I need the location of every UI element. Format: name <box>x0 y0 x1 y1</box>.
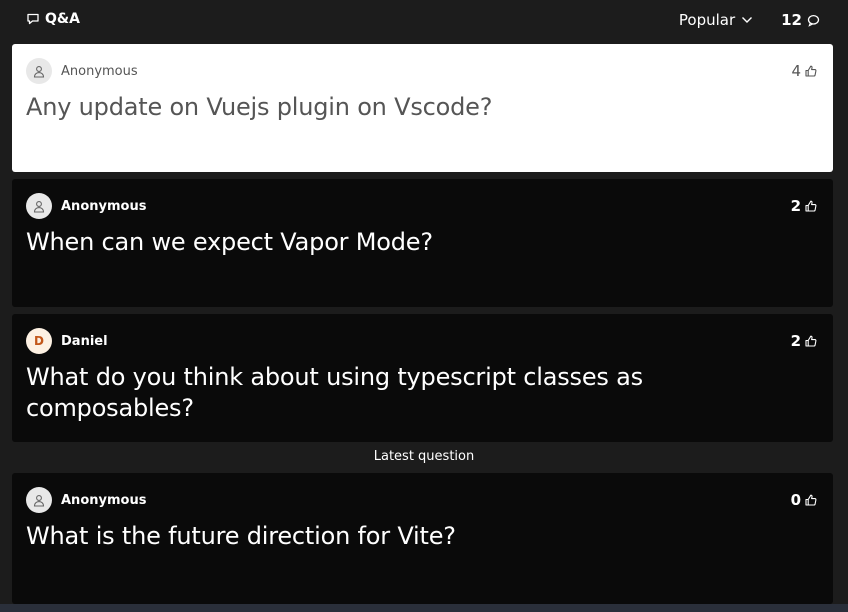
avatar: D <box>26 328 52 354</box>
upvote-button[interactable]: 2 <box>791 197 817 215</box>
author-name: Anonymous <box>61 63 138 79</box>
thumbs-up-icon <box>805 200 817 212</box>
question-count-value: 12 <box>781 11 802 29</box>
question-author: D Daniel <box>26 328 108 354</box>
user-icon <box>33 65 45 78</box>
question-card[interactable]: D Daniel 2 What do you think about using… <box>12 314 833 442</box>
vote-count: 4 <box>791 62 801 80</box>
comment-icon <box>807 14 820 27</box>
question-author: Anonymous <box>26 58 138 84</box>
thumbs-up-icon <box>805 335 817 347</box>
question-text: When can we expect Vapor Mode? <box>26 228 433 256</box>
upvote-button[interactable]: 4 <box>791 62 817 80</box>
author-name: Daniel <box>61 333 108 349</box>
avatar <box>26 487 52 513</box>
qa-header: Q&A Popular 12 <box>0 0 848 40</box>
bottom-edge <box>0 604 848 612</box>
question-text: What do you think about using typescript… <box>26 363 643 422</box>
qa-title-group: Q&A <box>26 11 80 27</box>
user-icon <box>33 200 45 213</box>
question-author: Anonymous <box>26 193 146 219</box>
qa-panel: Q&A Popular 12 Anonymous 4 Any update on… <box>0 0 848 612</box>
sort-label: Popular <box>678 11 736 29</box>
vote-count: 2 <box>790 197 801 215</box>
qa-title: Q&A <box>45 11 80 27</box>
avatar <box>26 58 52 84</box>
avatar <box>26 193 52 219</box>
upvote-button[interactable]: 2 <box>791 332 817 350</box>
chevron-down-icon <box>741 16 753 24</box>
upvote-button[interactable]: 0 <box>791 491 817 509</box>
header-controls: Popular 12 <box>679 11 820 29</box>
latest-question-label: Latest question <box>373 449 475 464</box>
thumbs-up-icon <box>805 65 817 77</box>
vote-count: 2 <box>790 332 801 350</box>
latest-question-card[interactable]: Anonymous 0 What is the future direction… <box>12 473 833 604</box>
chat-bubble-icon <box>26 12 40 26</box>
question-card[interactable]: Anonymous 2 When can we expect Vapor Mod… <box>12 179 833 307</box>
question-text: What is the future direction for Vite? <box>26 522 456 550</box>
vote-count: 0 <box>790 491 801 509</box>
user-icon <box>33 494 45 507</box>
thumbs-up-icon <box>805 494 817 506</box>
sort-dropdown[interactable]: Popular <box>679 11 753 29</box>
author-name: Anonymous <box>61 198 147 214</box>
question-count: 12 <box>781 11 820 29</box>
question-card[interactable]: Anonymous 4 Any update on Vuejs plugin o… <box>12 44 833 172</box>
question-author: Anonymous <box>26 487 146 513</box>
author-name: Anonymous <box>61 492 147 508</box>
question-text: Any update on Vuejs plugin on Vscode? <box>26 93 493 121</box>
